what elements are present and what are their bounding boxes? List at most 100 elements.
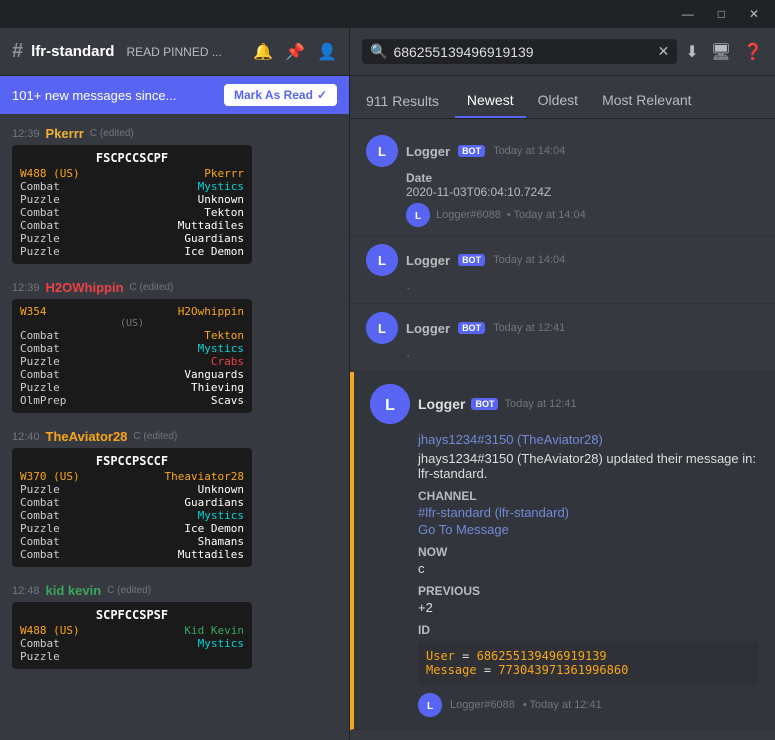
channel-link[interactable]: #lfr-standard (lfr-standard): [418, 505, 569, 520]
search-input[interactable]: [393, 44, 651, 60]
channel-header: # lfr-standard READ PINNED ... 🔔 📌 👤: [0, 28, 349, 76]
result-body-3: ·: [366, 348, 759, 363]
result-header-1: L Logger BOT Today at 14:04: [366, 135, 759, 167]
read-pinned-label[interactable]: READ PINNED ...: [126, 45, 221, 59]
logger-avatar-svg-2: L: [366, 244, 398, 276]
field-value-id-codeblock: User = 686255139496919139 Message = 7730…: [418, 641, 759, 685]
mark-as-read-button[interactable]: Mark As Read ✓: [224, 84, 337, 106]
svg-text:L: L: [385, 397, 395, 414]
monitor-icon[interactable]: 🖥: [711, 42, 731, 62]
code-user-label: User: [426, 649, 455, 663]
message-author-kidkevin: kid kevin: [46, 583, 102, 598]
results-content[interactable]: L Logger BOT Today at 14:04 Date 2020-11…: [350, 119, 775, 740]
left-panel: # lfr-standard READ PINNED ... 🔔 📌 👤 101…: [0, 28, 350, 740]
field-value-channel: #lfr-standard (lfr-standard) Go To Messa…: [418, 505, 759, 537]
field-value-now: c: [418, 561, 759, 576]
card-subheader-h2o: W354 H2Owhippin: [20, 305, 244, 318]
main-logger-avatar-svg: L: [370, 384, 410, 424]
notification-icon[interactable]: 🔔: [253, 42, 273, 62]
help-icon[interactable]: ❓: [743, 42, 763, 62]
code-message-label: Message: [426, 663, 477, 677]
header-icons: 🔔 📌 👤: [253, 42, 337, 62]
right-header-icons: ⬇ 🖥 ❓: [685, 42, 763, 62]
card-row-2-kidkevin: Puzzle: [20, 650, 244, 663]
footer-time-1: • Today at 14:04: [507, 209, 586, 221]
edited-tag-kidkevin: C (edited): [107, 585, 151, 596]
code-equals-2: =: [484, 663, 498, 677]
result-time-1: Today at 14:04: [493, 145, 565, 157]
right-panel: 🔍 ✕ ⬇ 🖥 ❓ 911 Results Newest Oldest Most…: [350, 28, 775, 740]
result-item-3: L Logger BOT Today at 12:41 ·: [350, 304, 775, 372]
result-author-2: Logger: [406, 253, 450, 268]
card-row-1-aviator: PuzzleUnknown: [20, 483, 244, 496]
card-row-5-pkerrr: PuzzleGuardians: [20, 232, 244, 245]
channel-name: lfr-standard: [31, 43, 114, 60]
bot-badge-1: BOT: [458, 145, 485, 157]
card-header-aviator: FSPCCPSCCF: [20, 454, 244, 468]
result-body-1: Date 2020-11-03T06:04:10.724Z: [366, 171, 759, 199]
message-meta-kidkevin: 12:48 kid kevin C (edited): [12, 583, 337, 598]
new-messages-text: 101+ new messages since...: [12, 88, 176, 103]
channel-hash-icon: #: [12, 40, 23, 63]
message-author-h2o: H2OWhippin: [46, 280, 124, 295]
tab-oldest[interactable]: Oldest: [526, 84, 590, 118]
result-item-1: L Logger BOT Today at 14:04 Date 2020-11…: [350, 127, 775, 236]
message-time-aviator: 12:40: [12, 431, 40, 443]
message-author-pkerrr: Pkerrr: [46, 126, 84, 141]
minimize-button[interactable]: —: [674, 5, 702, 23]
card-row-3-h2o: PuzzleCrabs: [20, 355, 244, 368]
main-result-avatar: L: [370, 384, 410, 424]
result-footer-1: L Logger#6088 • Today at 14:04: [366, 203, 759, 227]
message-time-pkerrr: 12:39: [12, 128, 40, 140]
footer-author-1: Logger#6088: [436, 209, 501, 221]
clear-search-icon[interactable]: ✕: [658, 43, 670, 60]
members-icon[interactable]: 👤: [317, 42, 337, 62]
maximize-button[interactable]: □: [710, 5, 733, 23]
message-group-pkerrr: 12:39 Pkerrr C (edited) FSCPCCSCPF W488 …: [0, 122, 349, 268]
go-to-message-link[interactable]: Go To Message: [418, 522, 759, 537]
tab-most-relevant[interactable]: Most Relevant: [590, 84, 703, 118]
card-row-2-aviator: CombatGuardians: [20, 496, 244, 509]
message-meta-aviator: 12:40 TheAviator28 C (edited): [12, 429, 337, 444]
card-subheader-pkerrr: W488 (US) Pkerrr: [20, 167, 244, 180]
footer-avatar-svg-1: L: [406, 203, 430, 227]
tab-newest[interactable]: Newest: [455, 84, 526, 118]
search-input-wrapper[interactable]: 🔍 ✕: [362, 39, 677, 64]
card-row-6-pkerrr: PuzzleIce Demon: [20, 245, 244, 258]
card-row-3-aviator: CombatMystics: [20, 509, 244, 522]
close-button[interactable]: ✕: [741, 5, 767, 23]
search-icon: 🔍: [370, 43, 387, 60]
game-card-pkerrr: FSCPCCSCPF W488 (US) Pkerrr CombatMystic…: [12, 145, 252, 264]
messages-list[interactable]: 12:39 Pkerrr C (edited) FSCPCCSCPF W488 …: [0, 114, 349, 740]
main-footer-avatar: L: [418, 693, 442, 717]
svg-text:L: L: [378, 144, 386, 159]
pin-icon[interactable]: 📌: [285, 42, 305, 62]
card-row-3-pkerrr: CombatTekton: [20, 206, 244, 219]
card-row-2-pkerrr: PuzzleUnknown: [20, 193, 244, 206]
code-user-value: 686255139496919139: [477, 649, 607, 663]
edited-tag-pkerrr: C (edited): [90, 128, 134, 139]
download-icon[interactable]: ⬇: [685, 42, 698, 62]
main-result-description: jhays1234#3150 (TheAviator28) updated th…: [418, 451, 759, 481]
card-region-h2o: (US): [20, 318, 244, 329]
message-meta-h2o: 12:39 H2OWhippin C (edited): [12, 280, 337, 295]
svg-text:L: L: [415, 211, 421, 222]
results-tabs: 911 Results Newest Oldest Most Relevant: [350, 76, 775, 119]
message-author-aviator: TheAviator28: [46, 429, 128, 444]
main-footer-author: Logger#6088: [450, 699, 515, 711]
main-result-mention: jhays1234#3150 (TheAviator28): [418, 432, 759, 447]
card-row-6-h2o: OlmPrepScavs: [20, 394, 244, 407]
edited-tag-h2o: C (edited): [130, 282, 174, 293]
card-row-5-aviator: CombatShamans: [20, 535, 244, 548]
main-result-header: L Logger BOT Today at 12:41: [370, 384, 759, 424]
message-group-h2o: 12:39 H2OWhippin C (edited) W354 H2Owhip…: [0, 276, 349, 417]
message-meta-pkerrr: 12:39 Pkerrr C (edited): [12, 126, 337, 141]
main-footer-avatar-svg: L: [418, 693, 442, 717]
card-row-4-h2o: CombatVanguards: [20, 368, 244, 381]
message-time-kidkevin: 12:48: [12, 585, 40, 597]
result-avatar-2: L: [366, 244, 398, 276]
card-subheader-aviator: W370 (US) Theaviator28: [20, 470, 244, 483]
logger-avatar-svg-3: L: [366, 312, 398, 344]
svg-text:L: L: [427, 701, 433, 712]
svg-text:L: L: [378, 253, 386, 268]
